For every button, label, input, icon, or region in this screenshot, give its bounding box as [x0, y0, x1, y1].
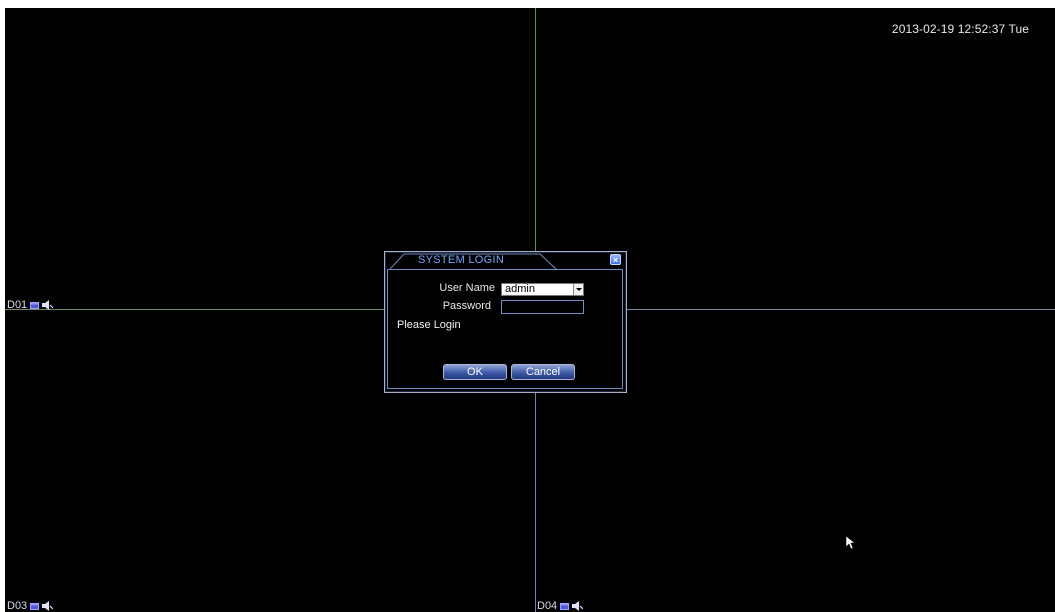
channel-label-d01[interactable]: D01: [7, 298, 54, 312]
channel-label-d04[interactable]: D04: [537, 599, 584, 612]
login-status-text: Please Login: [397, 319, 461, 331]
channel-name: D04: [537, 600, 558, 612]
ok-button[interactable]: OK: [443, 364, 507, 380]
record-icon: [560, 602, 570, 610]
speaker-icon: [42, 300, 54, 310]
dvr-screen: 2013-02-19 12:52:37 Tue D01 D03 D04 SYST…: [0, 0, 1055, 612]
datetime-display: 2013-02-19 12:52:37 Tue: [891, 22, 1029, 36]
record-icon: [30, 602, 40, 610]
mouse-pointer-icon: [846, 536, 856, 550]
speaker-icon: [572, 601, 584, 611]
chevron-down-icon[interactable]: [573, 284, 583, 295]
channel-name: D03: [7, 600, 28, 612]
left-border: [0, 0, 5, 612]
password-label: Password: [442, 300, 491, 312]
speaker-icon: [42, 601, 54, 611]
channel-name: D01: [7, 299, 28, 311]
password-field[interactable]: [501, 300, 584, 314]
user-name-value: admin: [505, 283, 535, 295]
user-name-select[interactable]: admin: [501, 283, 584, 296]
top-border: [0, 0, 1055, 8]
record-icon: [30, 301, 40, 309]
dialog-title: SYSTEM LOGIN: [418, 254, 505, 266]
cancel-button[interactable]: Cancel: [511, 364, 575, 380]
user-name-label: User Name: [439, 282, 495, 294]
close-icon[interactable]: ×: [610, 254, 621, 265]
system-login-dialog: SYSTEM LOGIN × User Name admin Password …: [384, 251, 627, 393]
channel-label-d03[interactable]: D03: [7, 599, 54, 612]
